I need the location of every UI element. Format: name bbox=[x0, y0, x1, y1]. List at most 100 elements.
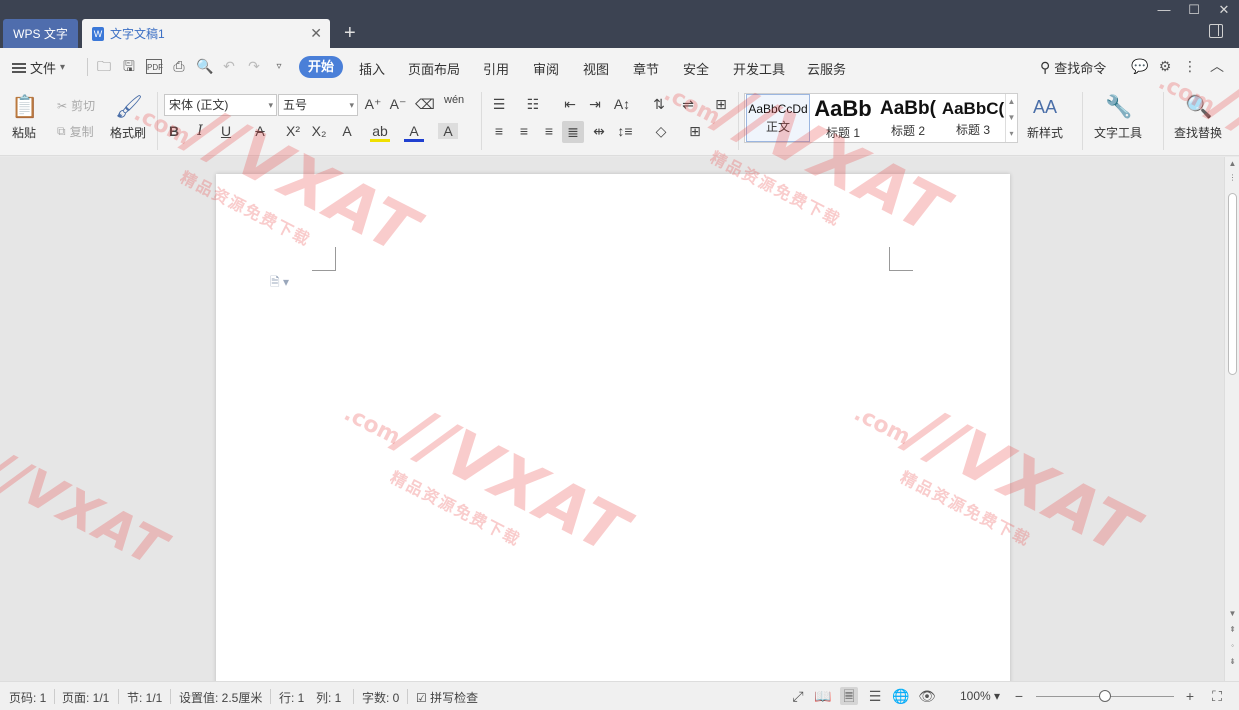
document-page[interactable]: 🗎 ▾ bbox=[216, 174, 1010, 694]
status-page-number[interactable]: 页码: 1 bbox=[9, 689, 46, 706]
increase-font-icon[interactable]: A⁺ bbox=[363, 96, 383, 113]
wps-app-tab[interactable]: WPS 文字 bbox=[3, 19, 78, 48]
zoom-level-select[interactable]: 100% ▾ bbox=[960, 689, 1000, 703]
highlight-icon[interactable]: ab bbox=[370, 123, 390, 142]
find-replace-button[interactable]: 🔍 查找替换 bbox=[1174, 94, 1222, 141]
underline-icon[interactable]: U bbox=[216, 123, 236, 139]
open-icon[interactable]: 🗀 bbox=[96, 59, 112, 74]
collapse-ribbon-icon[interactable]: ︿ bbox=[1209, 59, 1225, 74]
tab-home[interactable]: 开始 bbox=[299, 56, 343, 78]
save-icon[interactable]: 🖫 bbox=[121, 59, 137, 74]
vertical-scrollbar[interactable]: ▲ ⋮ ▼ ⇞ ◦ ⇟ bbox=[1224, 157, 1239, 681]
export-pdf-icon[interactable]: PDF bbox=[146, 59, 163, 74]
more-options-icon[interactable]: ⋮ bbox=[1182, 59, 1198, 74]
bold-icon[interactable]: B bbox=[164, 123, 184, 139]
document-tab[interactable]: W 文字文稿1 ✕ bbox=[82, 19, 330, 48]
justify-icon[interactable]: ≣ bbox=[562, 121, 584, 143]
scroll-down-icon[interactable]: ▼ bbox=[1225, 609, 1239, 618]
tab-chapter[interactable]: 章节 bbox=[633, 59, 659, 78]
spell-check-button[interactable]: ☑ 拼写检查 bbox=[416, 689, 478, 706]
maximize-button[interactable]: ☐ bbox=[1179, 0, 1209, 20]
zoom-slider-knob[interactable] bbox=[1099, 690, 1111, 702]
file-menu[interactable]: 文件 ▾ bbox=[12, 58, 65, 77]
search-command[interactable]: ⚲ 查找命令 bbox=[1040, 58, 1106, 77]
align-right-icon[interactable]: ≡ bbox=[539, 123, 559, 139]
italic-icon[interactable]: I bbox=[190, 123, 210, 139]
eye-protection-icon[interactable]: 👁 bbox=[918, 687, 936, 705]
read-mode-icon[interactable]: 📖 bbox=[814, 687, 832, 705]
format-painter-button[interactable]: 🖌 格式刷 bbox=[110, 94, 146, 141]
font-name-select[interactable]: 宋体 (正文) bbox=[164, 94, 277, 116]
fit-window-icon[interactable]: ⛶ bbox=[1208, 687, 1226, 705]
close-tab-icon[interactable]: ✕ bbox=[310, 25, 322, 42]
paragraph-options-icon[interactable]: 🗎 ▾ bbox=[270, 273, 289, 294]
distributed-align-icon[interactable]: ⇹ bbox=[589, 123, 609, 140]
tab-references[interactable]: 引用 bbox=[483, 59, 509, 78]
style-heading-2[interactable]: AaBb( 标题 2 bbox=[876, 94, 940, 142]
font-size-select[interactable]: 五号 bbox=[278, 94, 358, 116]
line-layout-icon[interactable]: ⇌ bbox=[678, 96, 698, 113]
tab-view[interactable]: 视图 bbox=[583, 59, 609, 78]
align-center-icon[interactable]: ≡ bbox=[514, 123, 534, 139]
decrease-font-icon[interactable]: A⁻ bbox=[388, 96, 408, 113]
status-setting[interactable]: 设置值: 2.5厘米 bbox=[179, 689, 262, 706]
page-view-icon[interactable]: 🗏 bbox=[840, 687, 858, 705]
char-shading-icon[interactable]: A bbox=[438, 123, 458, 139]
borders-icon[interactable]: ⊞ bbox=[685, 123, 705, 140]
scroll-up-icon[interactable]: ▲ bbox=[1225, 159, 1239, 168]
fullscreen-icon[interactable]: ⤢ bbox=[789, 687, 807, 705]
customize-toolbar-icon[interactable]: ▿ bbox=[271, 59, 287, 74]
tab-developer[interactable]: 开发工具 bbox=[733, 59, 785, 78]
status-column[interactable]: 列: 1 bbox=[316, 689, 341, 706]
tab-page-layout[interactable]: 页面布局 bbox=[408, 59, 460, 78]
new-style-button[interactable]: AA 新样式 bbox=[1027, 94, 1063, 141]
decrease-indent-icon[interactable]: ⇤ bbox=[560, 96, 580, 113]
style-gallery-scroll[interactable]: ▲ ▼ ▾ bbox=[1005, 94, 1017, 142]
text-tools-button[interactable]: 🔧 文字工具 bbox=[1094, 94, 1142, 141]
phonetic-guide-icon[interactable]: wén bbox=[444, 94, 464, 106]
gear-icon[interactable]: ⚙ bbox=[1157, 59, 1173, 74]
tab-insert[interactable]: 插入 bbox=[359, 59, 385, 78]
text-effect-icon[interactable]: A bbox=[337, 123, 357, 139]
scroll-tools-icon[interactable]: ⋮ bbox=[1225, 173, 1239, 182]
tab-cloud-service[interactable]: 云服务 bbox=[807, 59, 846, 78]
bullet-list-icon[interactable]: ☰ bbox=[489, 96, 509, 113]
clear-format-icon[interactable]: ⌫ bbox=[415, 96, 435, 113]
print-preview-icon[interactable]: 🔍 bbox=[196, 59, 213, 74]
cut-button[interactable]: ✂ 剪切 bbox=[57, 97, 95, 114]
shading-icon[interactable]: ◇ bbox=[651, 123, 671, 140]
next-page-icon[interactable]: ⇟ bbox=[1225, 657, 1239, 666]
increase-indent-icon[interactable]: ⇥ bbox=[585, 96, 605, 113]
tab-review[interactable]: 审阅 bbox=[533, 59, 559, 78]
new-tab-button[interactable]: + bbox=[344, 21, 356, 45]
window-close-button[interactable]: ✕ bbox=[1209, 0, 1239, 20]
style-heading-3[interactable]: AaBbC( 标题 3 bbox=[941, 94, 1005, 142]
line-spacing-icon[interactable]: ↕≡ bbox=[615, 123, 635, 139]
status-pages[interactable]: 页面: 1/1 bbox=[62, 689, 109, 706]
minimize-button[interactable]: — bbox=[1149, 0, 1179, 20]
status-row[interactable]: 行: 1 bbox=[279, 689, 304, 706]
table-icon[interactable]: ⊞ bbox=[711, 96, 731, 113]
numbered-list-icon[interactable]: ☷ bbox=[523, 96, 543, 113]
style-normal[interactable]: AaBbCcDd 正文 bbox=[746, 94, 810, 142]
align-left-icon[interactable]: ≡ bbox=[489, 123, 509, 139]
paste-button[interactable]: 📋 粘贴 bbox=[11, 94, 38, 141]
zoom-out-icon[interactable]: − bbox=[1010, 687, 1028, 705]
side-panel-icon[interactable] bbox=[1209, 24, 1223, 38]
subscript-icon[interactable]: X₂ bbox=[309, 123, 329, 139]
status-section[interactable]: 节: 1/1 bbox=[127, 689, 162, 706]
web-view-icon[interactable]: 🌐 bbox=[892, 687, 910, 705]
print-icon[interactable]: ⎙ bbox=[171, 59, 187, 74]
superscript-icon[interactable]: X² bbox=[283, 123, 303, 139]
sort-icon[interactable]: ⇅ bbox=[649, 96, 669, 113]
text-direction-icon[interactable]: A↕ bbox=[612, 96, 632, 112]
scrollbar-thumb[interactable] bbox=[1228, 193, 1237, 375]
zoom-in-icon[interactable]: + bbox=[1181, 687, 1199, 705]
font-color-icon[interactable]: A bbox=[404, 123, 424, 142]
outline-view-icon[interactable]: ☰ bbox=[866, 687, 884, 705]
copy-button[interactable]: ⧉ 复制 bbox=[57, 123, 94, 140]
status-word-count[interactable]: 字数: 0 bbox=[362, 689, 399, 706]
style-heading-1[interactable]: AaBb 标题 1 bbox=[811, 94, 875, 142]
chat-bubble-icon[interactable]: 💬 bbox=[1131, 59, 1148, 74]
prev-page-icon[interactable]: ⇞ bbox=[1225, 625, 1239, 634]
